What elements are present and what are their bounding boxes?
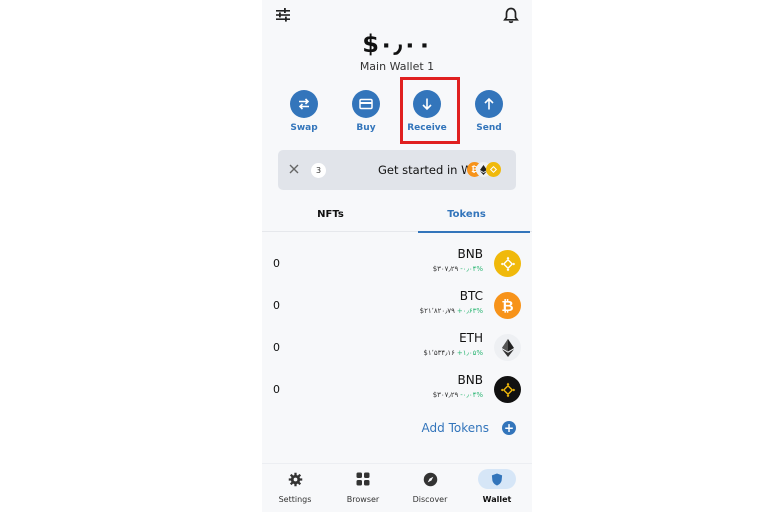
arrow-up-icon (475, 90, 503, 118)
token-amount: 0 (273, 341, 280, 354)
bnb-icon (494, 250, 521, 277)
token-change: -۰٫۰۴% (460, 391, 483, 399)
add-tokens-button[interactable]: Add Tokens + (422, 421, 516, 435)
token-row[interactable]: 0 ETH $۱٬۵۳۴٫۱۶ +۱٫۰۵% (262, 327, 532, 369)
active-tab-underline (418, 231, 530, 233)
token-change: +۰٫۶۳% (456, 307, 483, 315)
wallet-screen: $۰٫۰۰ Main Wallet 1 Swap Buy Receive Sen… (262, 0, 532, 512)
token-row[interactable]: 0 BNB $۳۰۷٫۲۹ -۰٫۰۴% (262, 369, 532, 411)
bitcoin-icon: ₿ (494, 292, 521, 319)
compass-icon (403, 469, 457, 489)
nav-discover[interactable]: Discover (403, 469, 457, 504)
token-price-line: $۳۰۷٫۲۹ -۰٫۰۴% (433, 265, 483, 273)
nav-settings-label: Settings (278, 495, 312, 504)
banner-count-badge: 3 (311, 163, 326, 178)
token-price: $۳۰۷٫۲۹ (432, 265, 459, 273)
tab-nfts[interactable]: NFTs (274, 205, 387, 232)
buy-button[interactable]: Buy (342, 90, 390, 133)
token-price-line: $۳۰۷٫۲۹ -۰٫۰۴% (433, 391, 483, 399)
gear-icon (268, 469, 322, 489)
bnb-icon (486, 162, 501, 177)
nav-discover-label: Discover (412, 495, 448, 504)
nav-settings[interactable]: Settings (268, 469, 322, 504)
token-change: +۱٫۰۵% (456, 349, 483, 357)
token-amount: 0 (273, 299, 280, 312)
token-symbol: ETH (459, 331, 483, 345)
tab-tokens[interactable]: Tokens (410, 205, 530, 233)
buy-label: Buy (356, 123, 376, 133)
swap-button[interactable]: Swap (280, 90, 328, 133)
bell-icon[interactable] (500, 4, 522, 26)
asset-tabs: NFTs Tokens (262, 205, 532, 233)
wallet-name[interactable]: Main Wallet 1 (262, 60, 532, 73)
banner-coins: ₿ (467, 162, 515, 178)
token-price: $۲۱٬۸۲۰٫۷۹ (419, 307, 455, 315)
sliders-icon[interactable] (272, 4, 294, 26)
shield-icon (478, 469, 516, 489)
nav-wallet-label: Wallet (482, 495, 512, 504)
bottom-nav: Settings Browser Discover Wallet (262, 463, 532, 512)
token-price-line: $۱٬۵۳۴٫۱۶ +۱٫۰۵% (423, 349, 483, 357)
token-amount: 0 (273, 257, 280, 270)
receive-highlight (400, 77, 460, 144)
grid-icon (336, 469, 390, 489)
token-price: $۱٬۵۳۴٫۱۶ (423, 349, 455, 357)
token-price: $۳۰۷٫۲۹ (432, 391, 459, 399)
web3-banner[interactable]: 3 Get started in Web3 ₿ (278, 150, 516, 190)
token-symbol: BTC (459, 289, 483, 303)
token-change: -۰٫۰۴% (460, 265, 483, 273)
send-label: Send (476, 123, 502, 133)
token-price-line: $۲۱٬۸۲۰٫۷۹ +۰٫۶۳% (420, 307, 483, 315)
tab-tokens-label: Tokens (447, 209, 486, 220)
token-amount: 0 (273, 383, 280, 396)
nav-wallet[interactable]: Wallet (470, 469, 524, 504)
card-icon (352, 90, 380, 118)
token-row[interactable]: 0 BNB $۳۰۷٫۲۹ -۰٫۰۴% (262, 243, 532, 285)
swap-label: Swap (290, 123, 318, 133)
nav-browser-label: Browser (346, 495, 380, 504)
total-balance: $۰٫۰۰ (362, 30, 432, 58)
token-symbol: BNB (457, 247, 483, 261)
token-symbol: BNB (457, 373, 483, 387)
bnb-icon (494, 376, 521, 403)
token-row[interactable]: 0 BTC $۲۱٬۸۲۰٫۷۹ +۰٫۶۳% ₿ (262, 285, 532, 327)
plus-icon: + (502, 421, 516, 435)
send-button[interactable]: Send (465, 90, 513, 133)
ethereum-icon (494, 334, 521, 361)
swap-icon (290, 90, 318, 118)
close-icon[interactable] (286, 161, 302, 177)
nav-browser[interactable]: Browser (336, 469, 390, 504)
add-tokens-label: Add Tokens (421, 421, 489, 435)
